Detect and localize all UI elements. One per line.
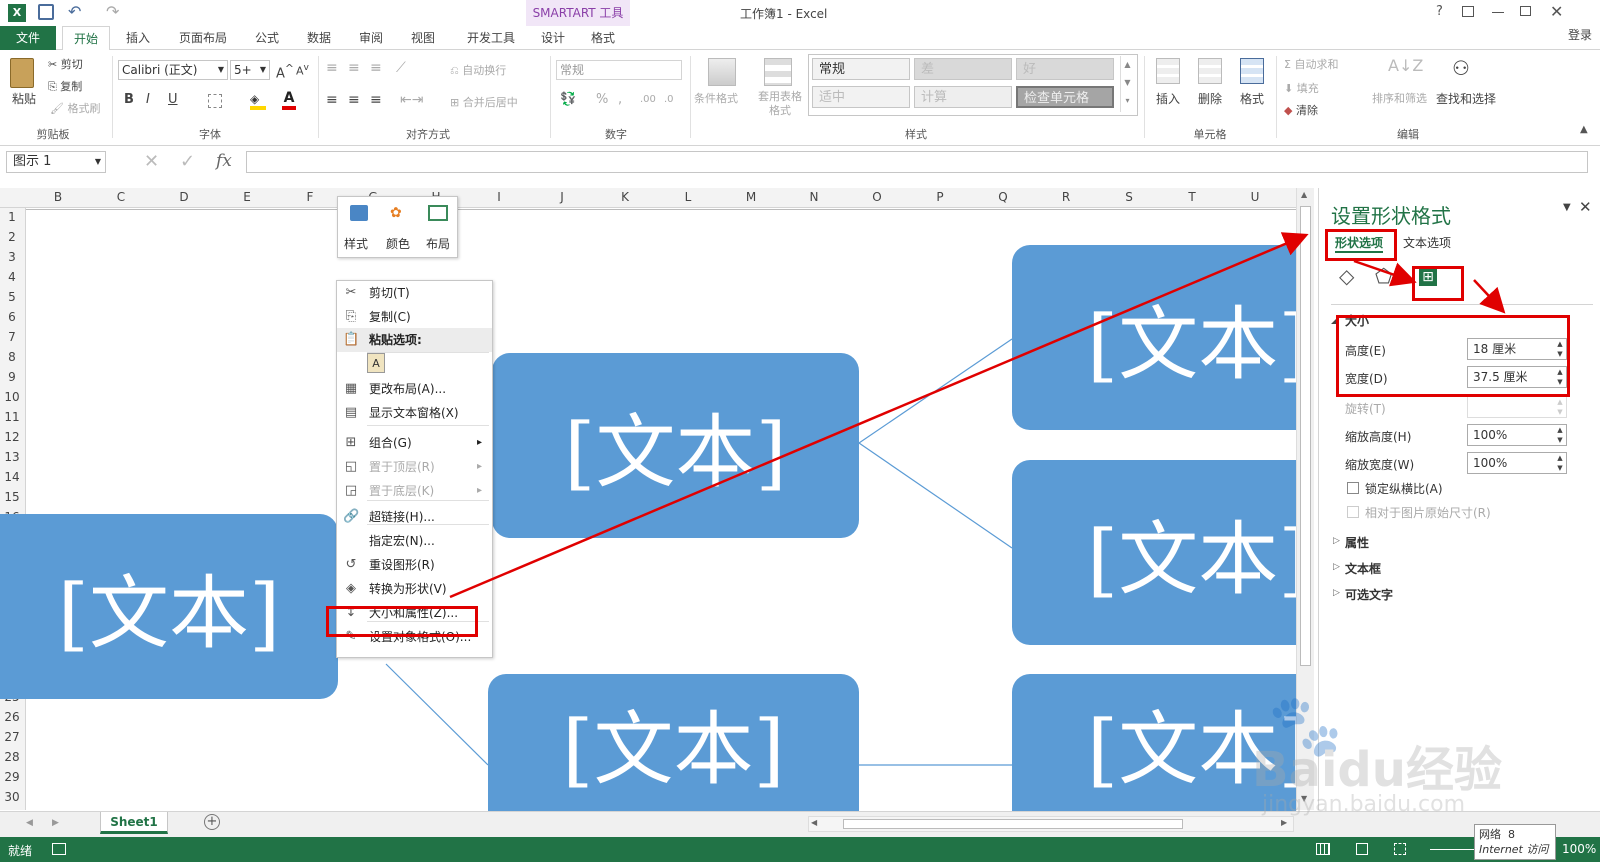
watermark-url: jingyan.baidu.com <box>1262 792 1466 817</box>
annotation-arrow <box>449 232 1309 599</box>
watermark-brand: Baidu经验 <box>1252 742 1502 798</box>
annotation-arrow <box>1473 279 1506 314</box>
annotation-arrow <box>1353 259 1417 287</box>
baidu-watermark: 🐾 Baidu经验 jingyan.baidu.com <box>1252 691 1552 820</box>
